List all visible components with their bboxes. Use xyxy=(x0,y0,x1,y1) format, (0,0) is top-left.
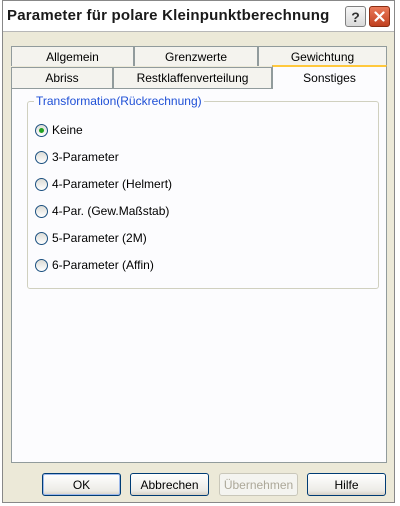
tab-gewichtung[interactable]: Gewichtung xyxy=(258,46,387,66)
tab-label: Abriss xyxy=(45,71,79,85)
transformation-group: Transformation(Rückrechnung) Keine 3-Par… xyxy=(27,94,379,289)
radio-selected-dot xyxy=(39,127,44,133)
radio-label: 4-Par. (Gew.Maßstab) xyxy=(52,204,170,218)
tab-grenzwerte[interactable]: Grenzwerte xyxy=(134,46,258,66)
radio-button[interactable] xyxy=(35,177,48,191)
title-bar[interactable]: Parameter für polare Kleinpunktberechnun… xyxy=(3,1,394,32)
window-title: Parameter für polare Kleinpunktberechnun… xyxy=(7,7,330,24)
radio-label: 3-Parameter xyxy=(52,150,119,164)
close-icon xyxy=(374,11,385,22)
radio-4-parameter-helmert[interactable]: 4-Parameter (Helmert) xyxy=(35,176,172,192)
radio-3-parameter[interactable]: 3-Parameter xyxy=(35,149,119,165)
radio-6-parameter[interactable]: 6-Parameter (Affin) xyxy=(35,257,154,273)
tab-allgemein[interactable]: Allgemein xyxy=(11,46,134,66)
radio-button[interactable] xyxy=(35,231,48,245)
radio-label: 4-Parameter (Helmert) xyxy=(52,177,173,191)
tab-label: Restklaffenverteilung xyxy=(136,71,249,85)
group-label: Transformation(Rückrechnung) xyxy=(34,94,204,108)
close-button[interactable] xyxy=(369,6,390,27)
radio-5-parameter[interactable]: 5-Parameter (2M) xyxy=(35,230,147,246)
tab-sonstiges[interactable]: Sonstiges xyxy=(272,65,387,89)
tab-label: Allgemein xyxy=(46,49,99,64)
question-icon: ? xyxy=(351,8,360,25)
tab-label: Gewichtung xyxy=(290,49,355,64)
apply-button: Übernehmen xyxy=(219,473,298,496)
radio-keine[interactable]: Keine xyxy=(35,122,83,138)
tab-content-panel: Transformation(Rückrechnung) Keine 3-Par… xyxy=(11,88,387,463)
tab-restklaffenverteilung[interactable]: Restklaffenverteilung xyxy=(113,67,272,88)
tab-label: Grenzwerte xyxy=(164,49,228,64)
radio-button[interactable] xyxy=(35,150,48,164)
radio-4-par-gew-massstab[interactable]: 4-Par. (Gew.Maßstab) xyxy=(35,203,169,219)
tab-label: Sonstiges xyxy=(303,71,356,85)
dialog-window: Parameter für polare Kleinpunktberechnun… xyxy=(2,0,395,503)
radio-button[interactable] xyxy=(35,123,48,137)
help-title-button[interactable]: ? xyxy=(345,6,366,27)
radio-button[interactable] xyxy=(35,204,48,218)
tab-abriss[interactable]: Abriss xyxy=(11,67,113,88)
radio-label: Keine xyxy=(52,123,83,137)
cancel-button[interactable]: Abbrechen xyxy=(130,473,209,496)
radio-label: 6-Parameter (Affin) xyxy=(52,258,154,272)
ok-button[interactable]: OK xyxy=(42,473,121,496)
help-button[interactable]: Hilfe xyxy=(307,473,386,496)
radio-button[interactable] xyxy=(35,258,48,272)
radio-label: 5-Parameter (2M) xyxy=(52,231,147,245)
